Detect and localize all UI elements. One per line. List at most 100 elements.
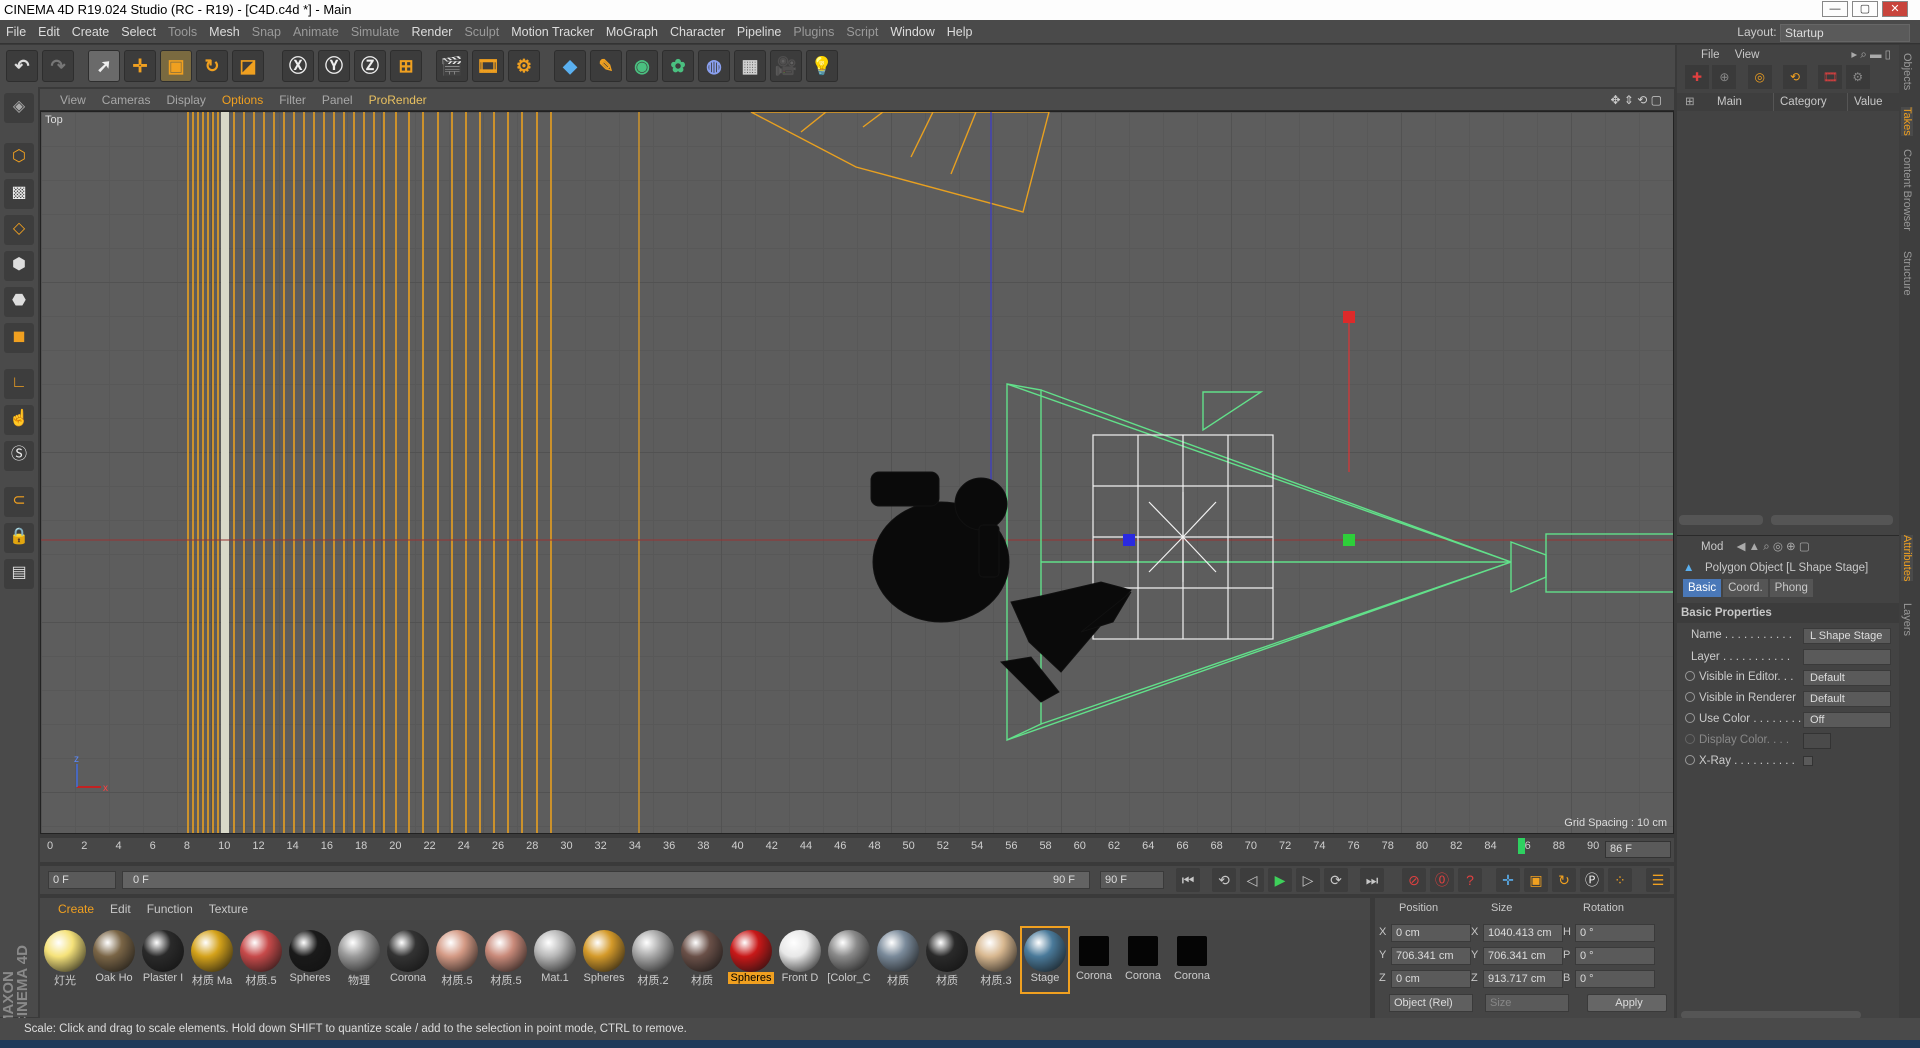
- menu-snap[interactable]: Snap: [246, 20, 287, 44]
- restore-button[interactable]: ▢: [1852, 1, 1878, 17]
- move-tool-icon[interactable]: ✛: [124, 50, 156, 82]
- material-menu-function[interactable]: Function: [139, 898, 201, 920]
- take-settings-icon[interactable]: ⚙: [1845, 65, 1870, 89]
- close-button[interactable]: ✕: [1882, 1, 1908, 17]
- menu-select[interactable]: Select: [115, 20, 162, 44]
- position-key-icon[interactable]: ✛: [1496, 868, 1520, 892]
- takes-h-scrollbar-right[interactable]: [1771, 515, 1893, 525]
- material-swatch[interactable]: 物理: [336, 928, 382, 992]
- material-swatch[interactable]: 材质 Ma: [189, 928, 235, 992]
- apply-button[interactable]: Apply: [1587, 994, 1667, 1012]
- next-frame-icon[interactable]: ▷: [1296, 868, 1320, 892]
- subdivision-surface-icon[interactable]: ◉: [626, 50, 658, 82]
- menu-render[interactable]: Render: [405, 20, 458, 44]
- minimize-button[interactable]: —: [1822, 1, 1848, 17]
- display-color-radio[interactable]: [1685, 734, 1695, 744]
- frame-range-slider[interactable]: 0 F 90 F: [122, 871, 1090, 889]
- menu-create[interactable]: Create: [66, 20, 116, 44]
- texture-mode-icon[interactable]: ▩: [4, 179, 34, 209]
- timeline-ruler[interactable]: 0 2 4 6 8 10 12 14 16 18 20 22 24 26 28 30 32 34 36 38 40 42 4…: [40, 838, 1674, 862]
- points-mode-icon[interactable]: ⬢: [4, 251, 34, 281]
- coord-value-field[interactable]: 0 °: [1575, 924, 1655, 942]
- menu-simulate[interactable]: Simulate: [345, 20, 406, 44]
- autokey-icon[interactable]: ⓪: [1430, 868, 1454, 892]
- material-swatch[interactable]: Spheres: [287, 928, 333, 992]
- 3d-viewport[interactable]: Top x z Grid Spacing: 10 cm: [40, 111, 1674, 834]
- menu-motion-tracker[interactable]: Motion Tracker: [505, 20, 600, 44]
- start-frame-field[interactable]: 0 F: [48, 871, 116, 889]
- end-frame-field[interactable]: 90 F: [1100, 871, 1164, 889]
- material-swatch[interactable]: 材质.5: [434, 928, 480, 992]
- side-tab-attributes[interactable]: Attributes: [1901, 535, 1913, 582]
- selection-arrow-icon[interactable]: ➚: [88, 50, 120, 82]
- material-swatch[interactable]: Spheres: [581, 928, 627, 992]
- coord-value-field[interactable]: 0 cm: [1391, 970, 1471, 988]
- goto-end-icon[interactable]: ⏭: [1360, 868, 1384, 892]
- display-color-swatch[interactable]: [1803, 733, 1831, 749]
- coord-size-mode-dropdown[interactable]: Size: [1485, 994, 1569, 1012]
- x-axis-lock-icon[interactable]: Ⓧ: [282, 50, 314, 82]
- menu-animate[interactable]: Animate: [287, 20, 345, 44]
- y-axis-lock-icon[interactable]: Ⓨ: [318, 50, 350, 82]
- floor-icon[interactable]: ▦: [734, 50, 766, 82]
- menu-pipeline[interactable]: Pipeline: [731, 20, 787, 44]
- prev-frame-icon[interactable]: ◁: [1240, 868, 1264, 892]
- coord-value-field[interactable]: 0 °: [1575, 947, 1655, 965]
- take-auto-icon[interactable]: ⟲: [1783, 65, 1808, 89]
- viewport-menu-options[interactable]: Options: [214, 89, 271, 111]
- material-menu-create[interactable]: Create: [40, 898, 102, 920]
- attr-tab-coord[interactable]: Coord.: [1723, 579, 1768, 597]
- model-mode-icon[interactable]: ⬡: [4, 143, 34, 173]
- planar-workplane-icon[interactable]: ▤: [4, 559, 34, 589]
- enable-snap-icon[interactable]: ⊂: [4, 487, 34, 517]
- coord-value-field[interactable]: 1040.413 cm: [1483, 924, 1563, 942]
- xray-radio[interactable]: [1685, 755, 1695, 765]
- take-render-icon[interactable]: 🎞: [1818, 65, 1843, 89]
- live-selection-icon[interactable]: ◪: [232, 50, 264, 82]
- keyframe-selection-icon[interactable]: ?: [1458, 868, 1482, 892]
- light-icon[interactable]: 💡: [806, 50, 838, 82]
- undo-icon[interactable]: ↶: [6, 50, 38, 82]
- menu-help[interactable]: Help: [941, 20, 979, 44]
- prev-key-icon[interactable]: ⟲: [1212, 868, 1236, 892]
- menu-edit[interactable]: Edit: [32, 20, 66, 44]
- menu-file[interactable]: File: [0, 20, 32, 44]
- side-tab-objects[interactable]: Objects: [1901, 53, 1913, 90]
- cube-primitive-icon[interactable]: ◆: [554, 50, 586, 82]
- rotate-tool-icon[interactable]: ↻: [196, 50, 228, 82]
- coordinate-system-icon[interactable]: ⊞: [390, 50, 422, 82]
- prop-use-color-value[interactable]: Off: [1803, 712, 1891, 728]
- material-swatch[interactable]: Oak Ho: [91, 928, 137, 992]
- material-swatch[interactable]: Stage: [1020, 926, 1070, 994]
- timeline-window-icon[interactable]: ☰: [1646, 868, 1670, 892]
- coord-value-field[interactable]: 706.341 cm: [1391, 947, 1471, 965]
- takes-h-scrollbar-left[interactable]: [1679, 515, 1763, 525]
- attr-mode-menu[interactable]: Mod: [1701, 541, 1723, 553]
- material-swatch[interactable]: 材质.3: [973, 928, 1019, 992]
- menu-plugins[interactable]: Plugins: [787, 20, 840, 44]
- pen-spline-icon[interactable]: ✎: [590, 50, 622, 82]
- material-swatch[interactable]: Corona: [1169, 928, 1215, 992]
- edges-mode-icon[interactable]: ⬣: [4, 287, 34, 317]
- visible-editor-radio[interactable]: [1685, 671, 1695, 681]
- tweak-mode-icon[interactable]: ☝: [4, 405, 34, 435]
- viewport-menu-display[interactable]: Display: [158, 89, 213, 111]
- material-swatch[interactable]: 材质.5: [483, 928, 529, 992]
- scale-tool-icon[interactable]: ▣: [160, 50, 192, 82]
- material-menu-texture[interactable]: Texture: [201, 898, 256, 920]
- deformer-icon[interactable]: ◍: [698, 50, 730, 82]
- menu-tools[interactable]: Tools: [162, 20, 203, 44]
- material-swatch[interactable]: Corona: [385, 928, 431, 992]
- material-swatch[interactable]: Corona: [1120, 928, 1166, 992]
- coord-value-field[interactable]: 706.341 cm: [1483, 947, 1563, 965]
- viewport-menu-view[interactable]: View: [40, 89, 94, 111]
- material-swatch[interactable]: 材质: [924, 928, 970, 992]
- material-swatch[interactable]: [Color_C: [826, 928, 872, 992]
- material-swatch[interactable]: Mat.1: [532, 928, 578, 992]
- playhead[interactable]: [1517, 838, 1525, 854]
- current-frame-field[interactable]: 86 F: [1605, 841, 1671, 858]
- render-view-icon[interactable]: 🎬: [436, 50, 468, 82]
- parameter-key-icon[interactable]: Ⓟ: [1580, 868, 1604, 892]
- snapping-icon[interactable]: Ⓢ: [4, 441, 34, 471]
- visible-renderer-radio[interactable]: [1685, 692, 1695, 702]
